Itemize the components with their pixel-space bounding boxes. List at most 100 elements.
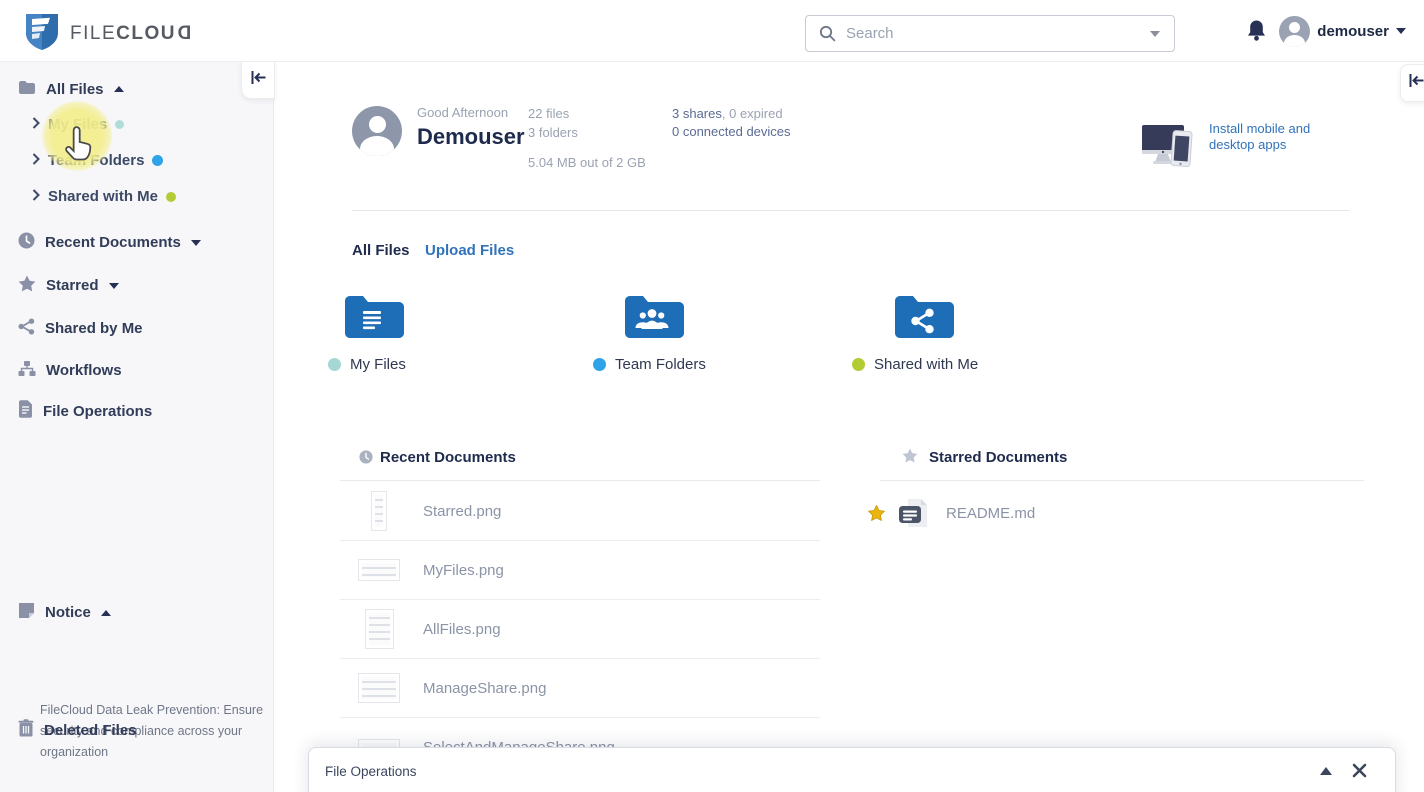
file-row-recent-0[interactable]: Starred.png xyxy=(340,482,820,541)
shared-with-me-dot xyxy=(852,358,865,371)
right-panel-collapse-button[interactable] xyxy=(1400,64,1424,102)
sidebar-item-recent-documents[interactable]: Recent Documents xyxy=(18,232,201,253)
card-team-folders-folder-icon[interactable] xyxy=(620,291,684,348)
starred-star-icon[interactable] xyxy=(868,505,885,526)
top-bar: FILECLOUD demouser xyxy=(0,0,1424,62)
search-input[interactable] xyxy=(846,25,1150,42)
chevron-right-icon xyxy=(32,188,40,205)
recent-documents-title: Recent Documents xyxy=(380,449,516,466)
username-label: demouser xyxy=(1317,23,1389,40)
tab-all-files[interactable]: All Files xyxy=(352,242,410,259)
user-menu-caret-icon xyxy=(1396,28,1406,34)
sidebar-item-workflows[interactable]: Workflows xyxy=(18,360,122,381)
user-menu-button[interactable]: demouser xyxy=(1279,16,1406,47)
sidebar-item-file-operations[interactable]: File Operations xyxy=(18,400,152,422)
sidebar-item-shared-by-me[interactable]: Shared by Me xyxy=(18,318,143,339)
filecloud-app: FILECLOUD demouser xyxy=(0,0,1424,792)
filecloud-shield-icon xyxy=(24,11,60,56)
collapse-left-icon xyxy=(250,70,267,90)
file-row-recent-1[interactable]: MyFiles.png xyxy=(340,541,820,600)
sidebar-item-label: All Files xyxy=(46,81,104,98)
sidebar-collapse-button[interactable] xyxy=(241,62,275,99)
install-apps-link[interactable]: Install mobile and desktop apps xyxy=(1209,121,1329,153)
my-files-dot xyxy=(328,358,341,371)
greeting-label: Good Afternoon xyxy=(417,105,508,120)
sidebar-item-label: Workflows xyxy=(46,362,122,379)
file-row-recent-2[interactable]: AllFiles.png xyxy=(340,600,820,659)
notifications-bell-icon[interactable] xyxy=(1246,19,1267,43)
divider xyxy=(880,480,1364,481)
file-operations-panel: File Operations xyxy=(308,747,1396,792)
markdown-file-icon xyxy=(898,498,928,534)
user-area: demouser xyxy=(1246,0,1406,62)
clock-icon xyxy=(359,450,373,469)
team-folders-dot xyxy=(152,155,163,166)
sidebar: All Files My Files Team Folders Shared w… xyxy=(0,62,274,792)
panel-close-icon[interactable] xyxy=(1352,763,1367,783)
star-icon xyxy=(18,275,36,296)
user-avatar xyxy=(1279,16,1310,47)
tab-upload-files[interactable]: Upload Files xyxy=(425,242,514,259)
star-icon xyxy=(902,448,918,468)
starred-documents-title: Starred Documents xyxy=(929,449,1067,466)
file-thumbnail xyxy=(357,673,401,703)
logo-wordmark: FILECLOUD xyxy=(70,23,191,45)
shares-stat: 3 shares, 0 expired xyxy=(672,106,783,121)
team-folders-dot xyxy=(593,358,606,371)
divider xyxy=(340,480,820,481)
chevron-right-icon xyxy=(32,152,40,169)
file-row-starred-0[interactable]: README.md xyxy=(868,497,1364,533)
sidebar-item-team-folders[interactable]: Team Folders xyxy=(32,152,163,169)
filecloud-logo[interactable]: FILECLOUD xyxy=(24,11,191,56)
chevron-down-icon xyxy=(191,240,201,246)
sidebar-item-label: Shared with Me xyxy=(48,188,158,205)
file-thumbnail xyxy=(357,491,401,531)
folder-icon xyxy=(18,80,36,98)
chevron-up-icon xyxy=(101,610,111,616)
file-name: Starred.png xyxy=(423,503,501,520)
connected-devices-link[interactable]: 0 connected devices xyxy=(672,124,791,139)
chevron-right-icon xyxy=(32,116,40,133)
file-row-recent-3[interactable]: ManageShare.png xyxy=(340,659,820,718)
sidebar-item-label: Deleted Files xyxy=(44,722,137,739)
sidebar-item-shared-with-me[interactable]: Shared with Me xyxy=(32,188,176,205)
sidebar-item-deleted-files[interactable]: Deleted Files xyxy=(18,719,137,741)
file-name: MyFiles.png xyxy=(423,562,504,579)
folders-count: 3 folders xyxy=(528,125,578,140)
shared-with-me-dot xyxy=(166,192,176,202)
card-shared-with-me-label[interactable]: Shared with Me xyxy=(874,356,978,373)
card-my-files-folder-icon[interactable] xyxy=(340,291,404,348)
collapse-left-icon xyxy=(1408,73,1424,93)
divider xyxy=(352,210,1349,211)
sidebar-item-label: Team Folders xyxy=(48,152,144,169)
file-thumbnail xyxy=(357,559,401,581)
my-files-dot xyxy=(115,120,124,129)
sidebar-item-label: Recent Documents xyxy=(45,234,181,251)
profile-name: Demouser xyxy=(417,124,525,150)
trash-icon xyxy=(18,719,34,741)
clock-icon xyxy=(18,232,35,253)
sidebar-item-label: Shared by Me xyxy=(45,320,143,337)
card-my-files-label[interactable]: My Files xyxy=(350,356,406,373)
profile-avatar xyxy=(352,106,402,156)
search-box[interactable] xyxy=(805,15,1175,52)
sidebar-item-all-files[interactable]: All Files xyxy=(18,80,124,98)
sidebar-item-notice[interactable]: Notice xyxy=(18,602,111,623)
shares-link[interactable]: 3 shares xyxy=(672,106,722,121)
workflow-icon xyxy=(18,360,36,381)
devices-illustration xyxy=(1141,119,1197,180)
card-team-folders-label[interactable]: Team Folders xyxy=(615,356,706,373)
file-thumbnail xyxy=(357,609,401,649)
file-name: ManageShare.png xyxy=(423,680,546,697)
shares-expired-label: , 0 expired xyxy=(722,106,783,121)
files-count: 22 files xyxy=(528,106,569,121)
storage-usage: 5.04 MB out of 2 GB xyxy=(528,155,646,170)
sidebar-item-my-files[interactable]: My Files xyxy=(32,116,124,133)
sidebar-item-starred[interactable]: Starred xyxy=(18,275,119,296)
panel-expand-caret-icon[interactable] xyxy=(1320,767,1332,775)
search-dropdown-caret-icon[interactable] xyxy=(1150,31,1160,37)
sidebar-item-label: My Files xyxy=(48,116,107,133)
notice-icon xyxy=(18,602,35,623)
card-shared-with-me-folder-icon[interactable] xyxy=(890,291,954,348)
search-icon xyxy=(819,25,836,42)
